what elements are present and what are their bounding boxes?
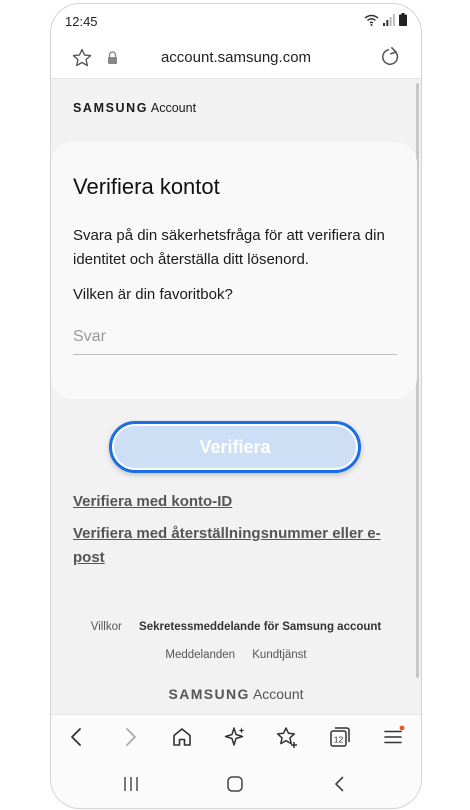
page-title: Verifiera kontot bbox=[73, 174, 220, 199]
footer-links-row: Villkor Sekretessmeddelande för Samsung … bbox=[51, 621, 421, 633]
url-text[interactable]: account.samsung.com bbox=[51, 49, 421, 66]
terms-link[interactable]: Villkor bbox=[91, 621, 122, 633]
home-button-icon[interactable] bbox=[227, 776, 243, 792]
verify-button[interactable]: Verifiera bbox=[109, 421, 361, 473]
logo-product: Account bbox=[150, 101, 197, 115]
answer-input[interactable] bbox=[73, 320, 397, 355]
back-icon[interactable] bbox=[65, 725, 89, 749]
wifi-icon bbox=[364, 14, 379, 26]
menu-icon[interactable] bbox=[381, 725, 405, 749]
phone-frame: 12:45 account.samsung.com SAMSUNG Accoun… bbox=[50, 3, 422, 809]
forward-icon[interactable] bbox=[118, 725, 142, 749]
reload-icon[interactable] bbox=[379, 46, 401, 68]
samsung-account-logo: SAMSUNG Account bbox=[73, 101, 196, 115]
status-bar: 12:45 bbox=[51, 4, 421, 38]
footer-links-row-2: Meddelanden Kundtjänst bbox=[51, 649, 421, 661]
system-nav-bar bbox=[51, 761, 421, 808]
verification-card: Verifiera kontot Svara på din säkerhetsf… bbox=[51, 142, 417, 399]
browser-address-bar: account.samsung.com bbox=[51, 38, 421, 79]
star-add-icon[interactable] bbox=[275, 725, 299, 749]
privacy-link[interactable]: Sekretessmeddelande för Samsung account bbox=[139, 621, 381, 633]
tabs-icon[interactable]: 12 bbox=[328, 725, 352, 749]
card-description: Svara på din säkerhetsfråga för att veri… bbox=[73, 227, 385, 268]
page-content[interactable]: SAMSUNG Account Verifiera kontot Svara p… bbox=[51, 79, 421, 714]
notices-link[interactable]: Meddelanden bbox=[165, 649, 235, 661]
footer-logo-brand: SAMSUNG bbox=[168, 686, 250, 702]
footer-logo-product: Account bbox=[252, 686, 304, 702]
browser-toolbar: 12 bbox=[51, 714, 421, 761]
support-link[interactable]: Kundtjänst bbox=[252, 649, 306, 661]
status-time: 12:45 bbox=[65, 14, 98, 29]
security-question: Vilken är din favoritbok? bbox=[73, 286, 233, 303]
notification-dot bbox=[399, 725, 405, 731]
recent-apps-icon[interactable] bbox=[122, 776, 140, 792]
signal-icon bbox=[383, 14, 395, 26]
logo-brand: SAMSUNG bbox=[73, 101, 149, 115]
footer-samsung-logo: SAMSUNG Account bbox=[51, 686, 421, 702]
battery-icon bbox=[399, 13, 407, 26]
home-icon[interactable] bbox=[170, 725, 194, 749]
sparkle-icon[interactable] bbox=[223, 725, 247, 749]
verify-with-account-id-link[interactable]: Verifiera med konto-ID bbox=[73, 490, 232, 514]
verify-with-recovery-link[interactable]: Verifiera med återställningsnummer eller… bbox=[73, 522, 393, 570]
back-button-icon[interactable] bbox=[334, 776, 346, 792]
tabs-count: 12 bbox=[334, 735, 344, 745]
status-icons bbox=[364, 13, 407, 26]
